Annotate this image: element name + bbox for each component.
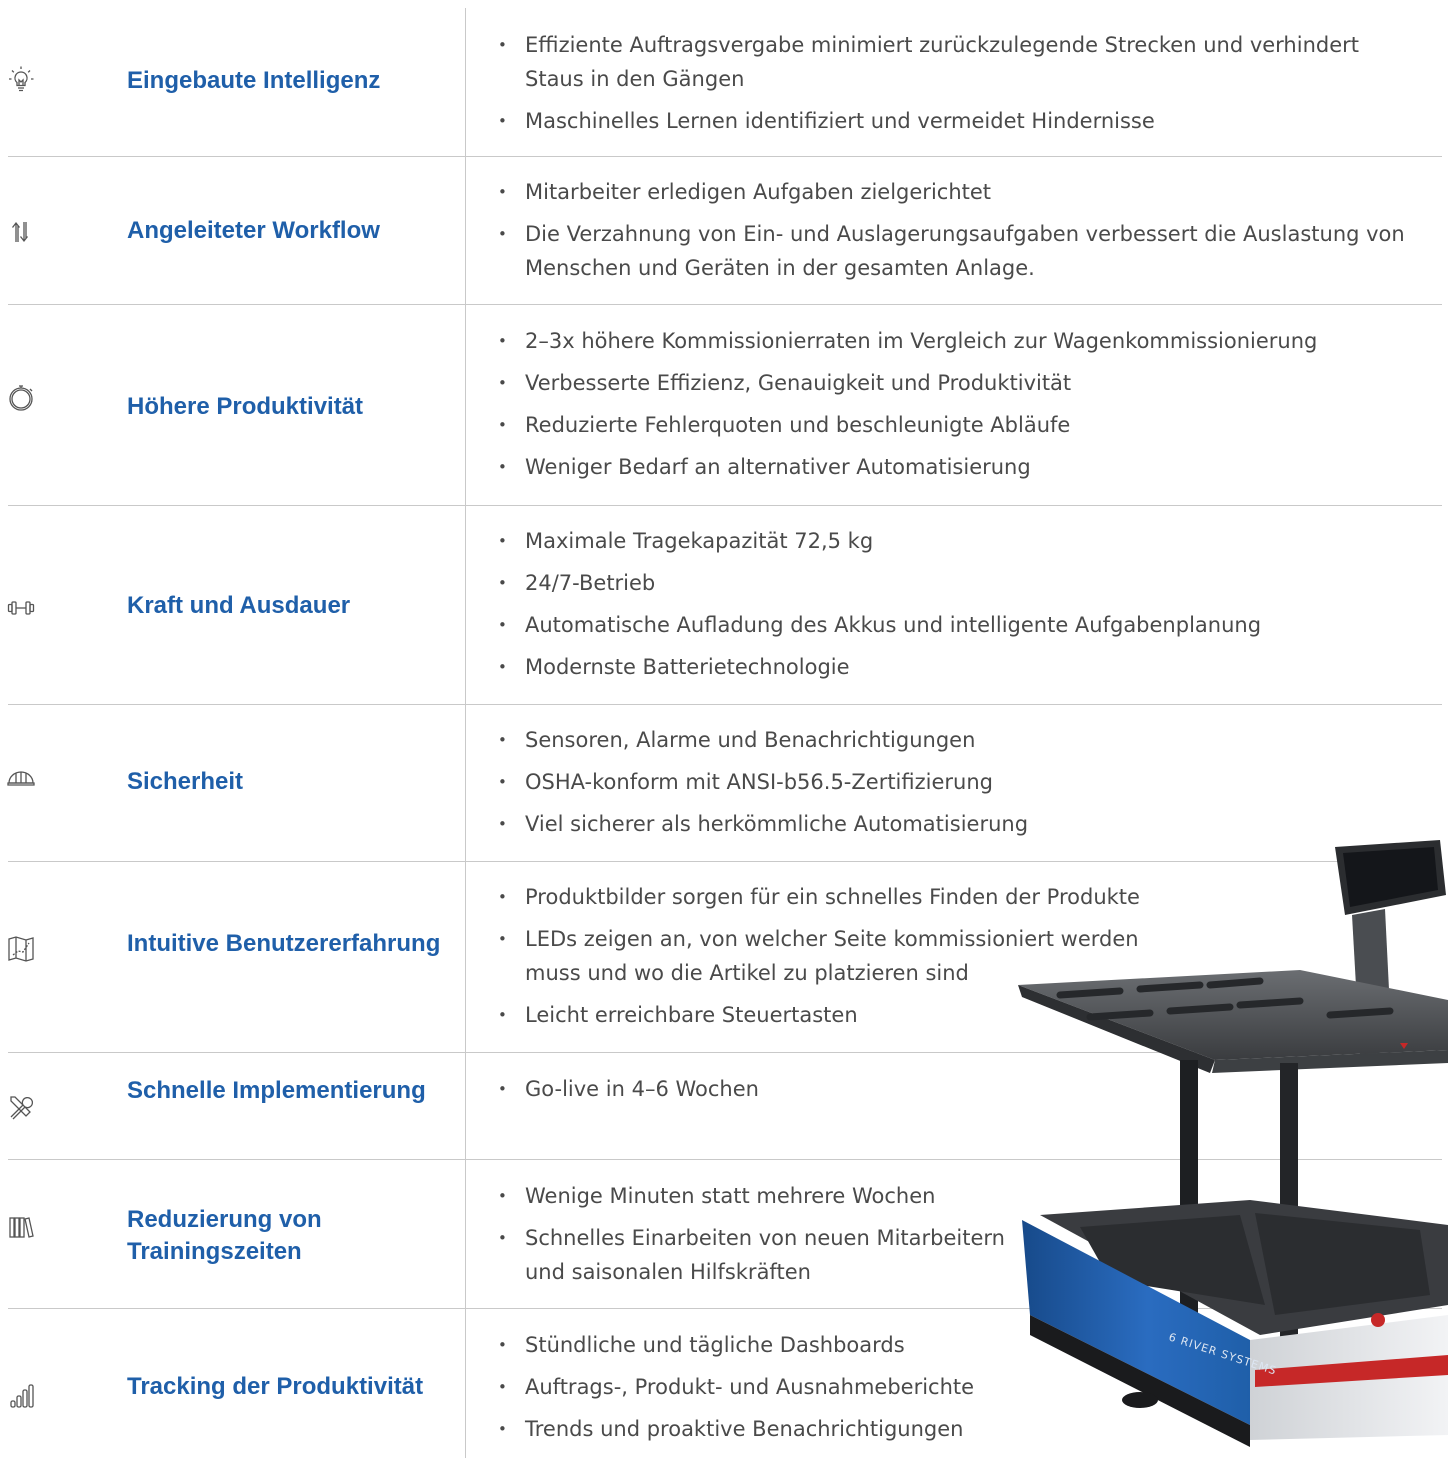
feature-title: Reduzierung von Trainingszeiten [127,1206,322,1265]
tools-icon [6,1092,36,1122]
feature-bullet: Reduzierte Fehlerquoten und beschleunigt… [498,408,1418,442]
feature-bullet: Automatische Aufladung des Akkus und int… [498,608,1418,642]
robot-image: 6 RIVER SYSTEMS [1000,835,1448,1458]
stopwatch-icon [6,382,36,412]
up-down-arrows-icon [6,217,36,247]
feature-title: Eingebaute Intelligenz [127,67,381,94]
bar-chart-icon [6,1381,36,1411]
feature-title: Tracking der Produktivität [127,1373,424,1400]
feature-bullet: Mitarbeiter erledigen Aufgaben zielgeric… [498,175,1418,209]
feature-title: Sicherheit [127,768,244,795]
feature-bullet: Schnelles Einarbeiten von neuen Mitarbei… [498,1221,1045,1289]
feature-title: Angeleiteter Workflow [127,217,380,244]
feature-bullet-list: Maximale Tragekapazität 72,5 kg 24/7-Bet… [498,524,1418,692]
feature-bullet: OSHA-konform mit ANSI-b56.5-Zertifizieru… [498,765,1418,799]
feature-bullet: Sensoren, Alarme und Benachrichtigungen [498,723,1418,757]
feature-bullet: Maschinelles Lernen identifiziert und ve… [498,104,1418,138]
feature-title: Schnelle Implementierung [127,1077,426,1104]
feature-bullet: Die Verzahnung von Ein- und Auslagerungs… [498,217,1418,285]
feature-bullet-list: Sensoren, Alarme und Benachrichtigungen … [498,723,1418,849]
dumbbell-icon [6,593,36,623]
feature-row: Kraft und Ausdauer Maximale Tragekapazit… [0,506,1448,704]
hard-hat-icon [6,762,36,792]
feature-bullet: Effiziente Auftragsvergabe minimiert zur… [498,28,1418,96]
feature-row: Höhere Produktivität 2–3x höhere Kommiss… [0,305,1448,505]
feature-bullet: Modernste Batterietechnologie [498,650,1418,684]
map-route-icon [6,934,36,964]
feature-title: Höhere Produktivität [127,393,364,420]
feature-bullet-list: Mitarbeiter erledigen Aufgaben zielgeric… [498,175,1418,293]
feature-bullet: Maximale Tragekapazität 72,5 kg [498,524,1418,558]
feature-bullet-list: 2–3x höhere Kommissionierraten im Vergle… [498,324,1418,492]
lightbulb-icon [6,64,36,94]
feature-row: Eingebaute Intelligenz Effiziente Auftra… [0,0,1448,156]
feature-bullet-list: Effiziente Auftragsvergabe minimiert zur… [498,28,1418,146]
feature-bullet: 2–3x höhere Kommissionierraten im Vergle… [498,324,1418,358]
feature-row: Angeleiteter Workflow Mitarbeiter erledi… [0,157,1448,304]
feature-title: Intuitive Benutzererfahrung [127,930,441,957]
feature-bullet: Verbesserte Effizienz, Genauigkeit und P… [498,366,1418,400]
feature-title: Kraft und Ausdauer [127,592,351,619]
feature-bullet: Weniger Bedarf an alternativer Automatis… [498,450,1418,484]
feature-bullet: 24/7-Betrieb [498,566,1418,600]
books-icon [6,1212,36,1242]
